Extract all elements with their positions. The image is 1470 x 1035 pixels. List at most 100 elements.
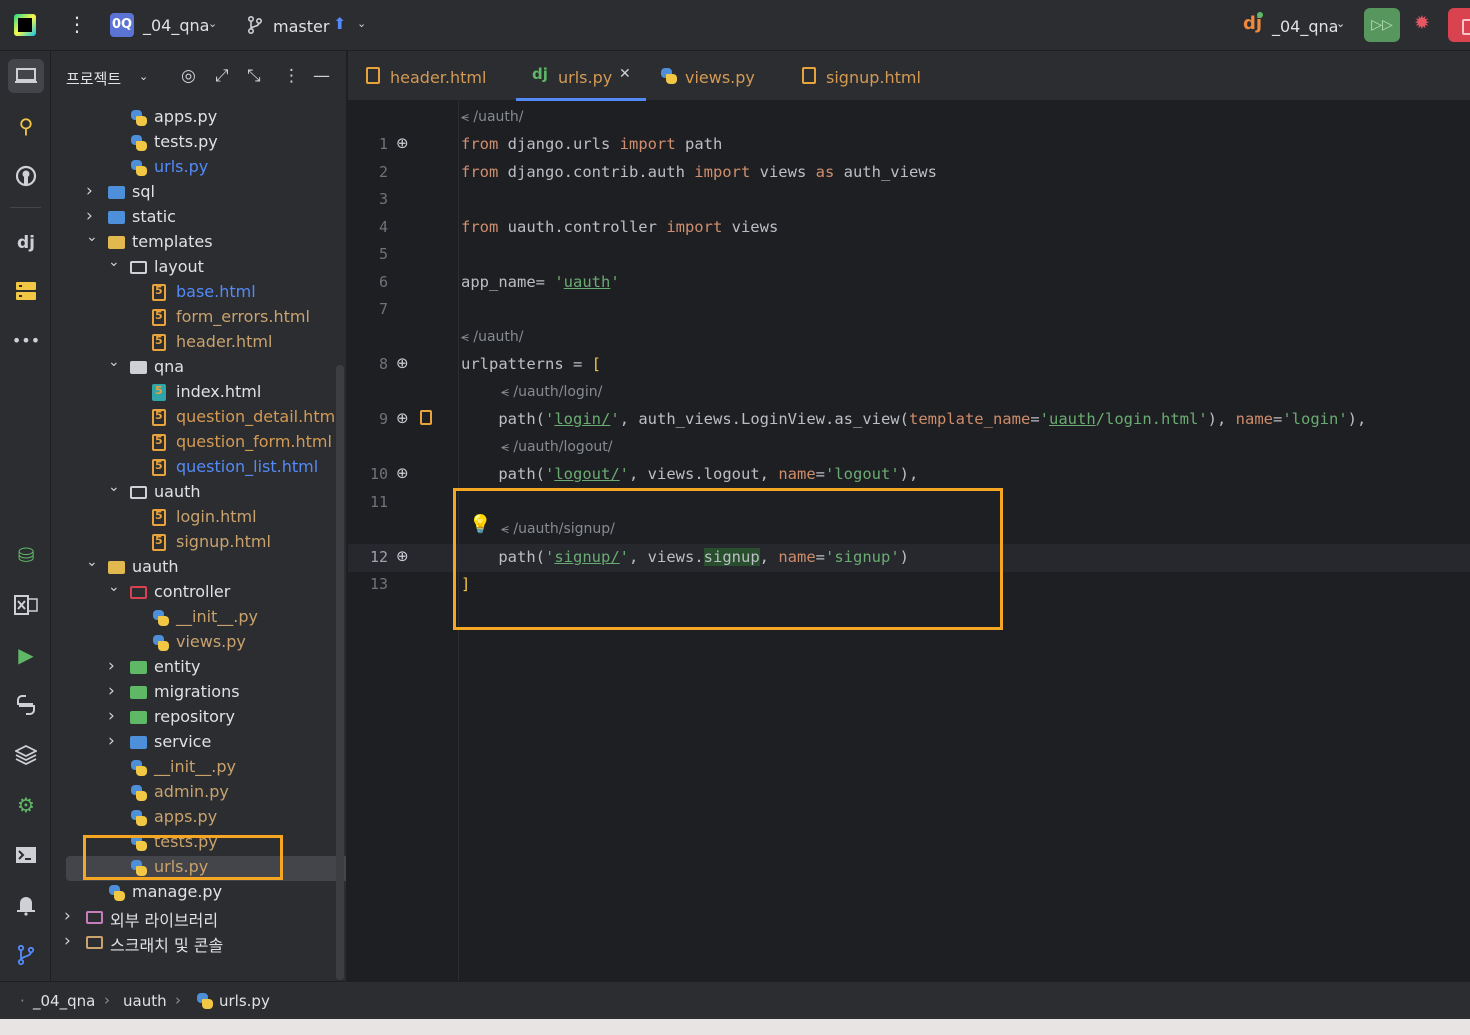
chevron-down-icon[interactable]: ⌄ (108, 254, 120, 270)
branch-icon[interactable] (246, 15, 264, 35)
breadcrumb-folder[interactable]: uauth (123, 992, 167, 1010)
tree-file-row[interactable]: tests.py (51, 131, 336, 156)
chevron-right-icon[interactable]: › (86, 206, 98, 226)
python-console-icon[interactable] (8, 688, 44, 722)
breadcrumb-file[interactable]: urls.py (219, 992, 270, 1010)
url-hint[interactable]: ⪪ /uauth/ (461, 109, 523, 125)
tree-file-row[interactable]: __init__.py (51, 606, 336, 631)
tree-folder-row[interactable]: ⌄ templates (51, 229, 336, 256)
stop-button[interactable] (1448, 8, 1470, 42)
endpoint-globe-icon[interactable]: ⊕ (396, 409, 409, 427)
tree-file-row[interactable]: question_form.html (51, 431, 336, 456)
tree-file-row[interactable]: manage.py (51, 881, 336, 906)
tree-file-row[interactable]: login.html (51, 506, 336, 531)
tree-file-row[interactable]: header.html (51, 331, 336, 356)
github-icon[interactable] (8, 159, 44, 193)
tree-file-row[interactable]: __init__.py (51, 756, 336, 781)
tree-folder-row[interactable]: ⌄ uauth (51, 479, 336, 506)
endpoint-globe-icon[interactable]: ⊕ (396, 464, 409, 482)
locate-target-icon[interactable]: ◎ (181, 66, 196, 86)
tab-header-html[interactable]: header.html (366, 51, 506, 101)
endpoint-globe-icon[interactable]: ⊕ (396, 134, 409, 152)
tree-folder-row[interactable]: › static (51, 206, 336, 231)
project-icon[interactable] (8, 59, 44, 93)
chevron-down-icon[interactable]: ⌄ (108, 479, 120, 495)
tree-folder-row[interactable]: › service (51, 731, 336, 756)
tree-file-row[interactable]: admin.py (51, 781, 336, 806)
tree-folder-row[interactable]: › 스크래치 및 콘솔 (51, 931, 336, 956)
excel-icon[interactable] (8, 588, 44, 622)
git-icon[interactable] (8, 938, 44, 972)
url-hint[interactable]: ⪪ /uauth/login/ (501, 384, 602, 400)
chevron-down-icon[interactable]: ⌄ (208, 17, 217, 30)
tab-urls-py[interactable]: dj urls.py ✕ (516, 51, 646, 101)
tree-file-row[interactable]: views.py (51, 631, 336, 656)
tree-folder-row[interactable]: › sql (51, 181, 336, 206)
tree-file-row[interactable]: urls.py (51, 156, 336, 181)
services-icon[interactable] (8, 274, 44, 308)
hide-panel-icon[interactable]: — (313, 66, 330, 86)
chevron-right-icon[interactable]: › (86, 181, 98, 201)
tree-file-row[interactable]: base.html (51, 281, 336, 306)
more-icon[interactable]: ••• (8, 324, 44, 358)
chevron-down-icon[interactable]: ⌄ (108, 354, 120, 370)
project-badge[interactable]: 0Q (110, 13, 134, 37)
collapse-all-icon[interactable]: ⤡ (247, 66, 261, 86)
chevron-right-icon[interactable]: › (108, 731, 120, 751)
chevron-right-icon[interactable]: › (108, 681, 120, 701)
chevron-down-icon[interactable]: ⌄ (357, 17, 366, 30)
pycharm-logo-icon[interactable] (14, 14, 36, 36)
options-icon[interactable]: ⋮ (283, 66, 300, 86)
run-config-selector[interactable]: _04_qna (1272, 17, 1338, 36)
main-menu-icon[interactable]: ⋮ (67, 12, 87, 36)
tree-folder-row[interactable]: ⌄ controller (51, 579, 336, 606)
tree-file-row[interactable]: apps.py (51, 106, 336, 131)
close-icon[interactable]: ✕ (619, 66, 631, 82)
tree-file-row[interactable]: index.html (51, 381, 336, 406)
tree-file-row[interactable]: question_detail.html (51, 406, 340, 431)
debug-bug-icon[interactable]: ✹ (1414, 12, 1430, 34)
database-icon[interactable]: ⛁ (8, 538, 44, 572)
push-icon[interactable]: ⬆ (333, 14, 346, 33)
settings-icon[interactable]: ⚙ (8, 788, 44, 822)
endpoint-globe-icon[interactable]: ⊕ (396, 354, 409, 372)
url-hint[interactable]: ⪪ /uauth/logout/ (501, 439, 612, 455)
tree-folder-row[interactable]: › entity (51, 656, 336, 681)
tree-folder-row[interactable]: ⌄ uauth (51, 554, 336, 581)
chevron-down-icon[interactable]: ⌄ (139, 70, 148, 83)
notifications-icon[interactable] (8, 888, 44, 922)
breadcrumb-project[interactable]: _04_qna (33, 992, 95, 1010)
terminal-icon[interactable] (8, 838, 44, 872)
project-selector[interactable]: _04_qna (143, 16, 209, 35)
run-icon[interactable]: ▶ (8, 638, 44, 672)
layers-icon[interactable] (8, 738, 44, 772)
tree-scrollbar[interactable] (336, 365, 344, 980)
tree-folder-row[interactable]: › 외부 라이브러리 (51, 906, 336, 931)
tree-file-row[interactable]: form_errors.html (51, 306, 336, 331)
chevron-down-icon[interactable]: ⌄ (108, 579, 120, 595)
tree-folder-row[interactable]: ⌄ qna (51, 354, 336, 381)
chevron-down-icon[interactable]: ⌄ (86, 229, 98, 245)
tree-folder-row[interactable]: › repository (51, 706, 336, 731)
html-template-icon[interactable] (420, 410, 432, 425)
panel-title[interactable]: 프로젝트 (66, 68, 121, 89)
tab-views-py[interactable]: views.py (658, 51, 778, 101)
branch-selector[interactable]: master (273, 17, 329, 36)
django-structure-icon[interactable]: dj (8, 226, 44, 260)
chevron-down-icon[interactable]: ⌄ (86, 554, 98, 570)
tree-folder-row[interactable]: › migrations (51, 681, 336, 706)
endpoint-globe-icon[interactable]: ⊕ (396, 547, 409, 565)
run-button[interactable]: ▷▷ (1364, 8, 1400, 42)
tree-folder-row[interactable]: ⌄ layout (51, 254, 336, 281)
tree-file-row[interactable]: signup.html (51, 531, 336, 556)
chevron-right-icon[interactable]: › (64, 906, 76, 926)
tree-file-row[interactable]: question_list.html (51, 456, 336, 481)
tree-file-row[interactable]: apps.py (51, 806, 336, 831)
url-hint[interactable]: ⪪ /uauth/ (461, 329, 523, 345)
chevron-right-icon[interactable]: › (64, 931, 76, 951)
commit-icon[interactable]: ⚲ (8, 109, 44, 143)
chevron-right-icon[interactable]: › (108, 706, 120, 726)
tab-signup-html[interactable]: signup.html (802, 51, 942, 101)
code-editor[interactable]: ⪪ /uauth/ ⪪ /uauth/ ⪪ /uauth/login/ ⪪ /u… (348, 101, 1470, 981)
chevron-down-icon[interactable]: ⌄ (1336, 17, 1345, 30)
